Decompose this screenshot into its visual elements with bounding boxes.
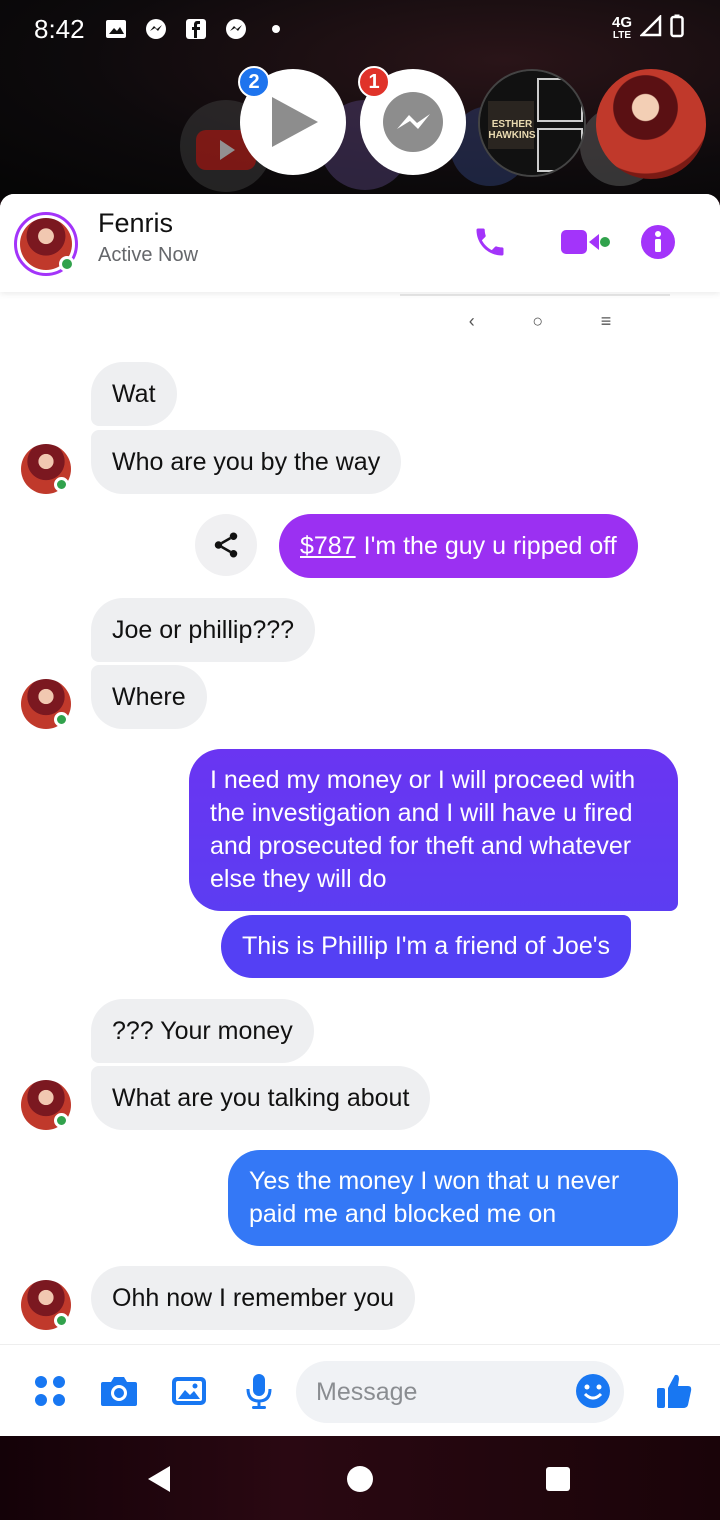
voice-call-button[interactable] — [470, 222, 510, 262]
message-outgoing[interactable]: Yes the money I won that u never paid me… — [228, 1150, 678, 1246]
voice-message-button[interactable] — [237, 1369, 281, 1413]
contact-name[interactable]: Fenris — [98, 208, 173, 239]
back-triangle-icon — [148, 1466, 170, 1492]
image-icon — [105, 18, 127, 40]
message-text: I'm the guy u ripped off — [363, 531, 617, 560]
message-composer — [0, 1344, 720, 1436]
message-incoming[interactable]: What are you talking about — [91, 1066, 431, 1130]
dot-icon — [265, 18, 287, 40]
video-camera-icon — [561, 230, 610, 254]
info-button[interactable] — [638, 222, 678, 262]
status-time: 8:42 — [34, 13, 85, 44]
online-indicator — [54, 712, 69, 727]
home-button[interactable] — [343, 1462, 377, 1496]
info-icon — [641, 225, 675, 259]
camera-button[interactable] — [97, 1369, 141, 1413]
battery-icon — [670, 14, 684, 43]
facebook-icon — [185, 18, 207, 40]
messenger-icon — [145, 18, 167, 40]
online-indicator — [54, 1313, 69, 1328]
home-circle-icon — [347, 1466, 373, 1492]
online-indicator — [59, 256, 75, 272]
system-status: 4G LTE — [611, 13, 684, 43]
android-navigation-bar — [0, 1436, 720, 1520]
online-indicator — [54, 1113, 69, 1128]
recents-square-icon — [546, 1467, 570, 1491]
grid-dots-icon — [35, 1376, 65, 1406]
play-badge: 2 — [238, 66, 270, 98]
message-incoming[interactable]: Wat — [91, 362, 177, 426]
chat-header: Fenris Active Now — [0, 194, 720, 292]
share-button[interactable] — [195, 514, 257, 576]
image-icon — [172, 1377, 206, 1405]
chat-panel: Fenris Active Now ‹ ○ ≡ Wat Who are you … — [0, 194, 720, 1436]
message-incoming[interactable]: Joe or phillip??? — [91, 598, 316, 662]
messenger-badge: 1 — [358, 66, 390, 98]
emoji-button[interactable] — [571, 1369, 615, 1413]
like-button[interactable] — [652, 1369, 696, 1413]
thumbs-up-icon — [657, 1374, 692, 1408]
amount-link[interactable]: $787 — [300, 530, 356, 563]
message-outgoing[interactable]: This is Phillip I'm a friend of Joe's — [221, 915, 632, 978]
share-icon — [214, 532, 238, 558]
contact-avatar-head[interactable] — [596, 69, 706, 179]
status-bar: 8:42 4G LTE — [0, 0, 720, 58]
online-indicator — [54, 477, 69, 492]
book-title: ESTHER HAWKINS — [488, 119, 536, 141]
mini-nav-bar: ‹ ○ ≡ — [440, 306, 640, 336]
message-incoming[interactable]: Ohh now I remember you — [91, 1266, 416, 1330]
more-actions-button[interactable] — [28, 1369, 72, 1413]
message-outgoing[interactable]: I need my money or I will proceed with t… — [189, 749, 678, 911]
message-incoming[interactable]: Who are you by the way — [91, 430, 402, 494]
messenger-icon — [225, 18, 247, 40]
mini-home-icon: ○ — [532, 310, 544, 331]
contact-status: Active Now — [98, 244, 199, 266]
message-incoming[interactable]: Where — [91, 665, 207, 729]
smiley-icon — [576, 1374, 610, 1408]
mini-menu-icon: ≡ — [600, 310, 612, 331]
video-call-button[interactable] — [550, 222, 620, 262]
camera-icon — [101, 1377, 137, 1406]
chat-heads-row: 2 1 ESTHER HAWKINS — [0, 66, 720, 196]
gallery-button[interactable] — [167, 1369, 211, 1413]
signal-icon — [638, 13, 662, 42]
notification-icons — [105, 18, 287, 40]
phone-icon — [476, 228, 504, 256]
message-outgoing[interactable]: $787 I'm the guy u ripped off — [279, 514, 638, 578]
mini-back-icon: ‹ — [468, 310, 475, 331]
esther-hawkins-head[interactable]: ESTHER HAWKINS — [478, 69, 586, 177]
recents-button[interactable] — [541, 1462, 575, 1496]
microphone-icon — [246, 1374, 272, 1409]
divider — [400, 294, 670, 296]
network-indicator: 4G LTE — [611, 13, 632, 41]
back-button[interactable] — [142, 1462, 176, 1496]
message-incoming[interactable]: ??? Your money — [91, 999, 314, 1063]
